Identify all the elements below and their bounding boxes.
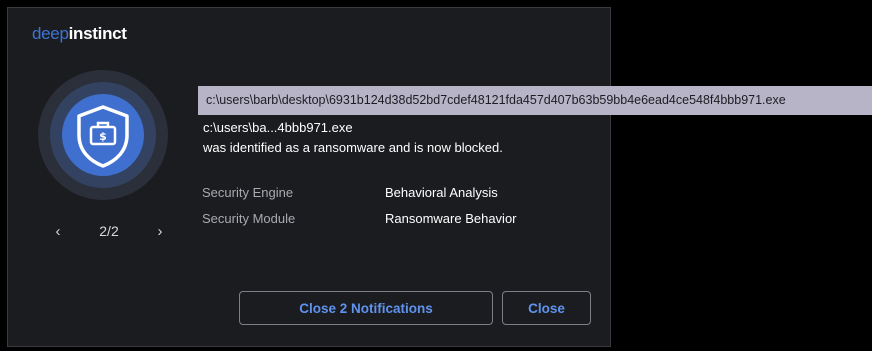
- detail-value: Ransomware Behavior: [385, 211, 517, 226]
- threat-short-path: c:\users\ba...4bbb971.exe: [203, 120, 353, 135]
- brand-logo: deep instinct: [32, 24, 127, 44]
- chevron-right-icon[interactable]: ›: [152, 221, 168, 241]
- chevron-left-icon[interactable]: ‹: [50, 221, 66, 241]
- detail-label: Security Module: [202, 211, 296, 226]
- close-button[interactable]: Close: [502, 291, 591, 325]
- close-all-notifications-button[interactable]: Close 2 Notifications: [239, 291, 493, 325]
- pager-label: 2/2: [99, 223, 119, 239]
- notification-panel: deep instinct $ ‹ 2/2 › c:\users\ba...4bb…: [7, 7, 611, 347]
- svg-text:$: $: [99, 130, 107, 143]
- threat-full-path-tooltip: c:\users\barb\desktop\6931b124d38d52bd7c…: [198, 86, 872, 115]
- shield-dollar-icon: $: [77, 105, 129, 168]
- detail-value: Behavioral Analysis: [385, 185, 498, 200]
- notification-pager: ‹ 2/2 ›: [50, 220, 168, 242]
- threat-message: was identified as a ransomware and is no…: [203, 140, 503, 155]
- brand-deep: deep: [32, 24, 69, 43]
- shield-badge: $: [38, 70, 168, 200]
- detail-label: Security Engine: [202, 185, 294, 200]
- brand-instinct: instinct: [68, 24, 127, 43]
